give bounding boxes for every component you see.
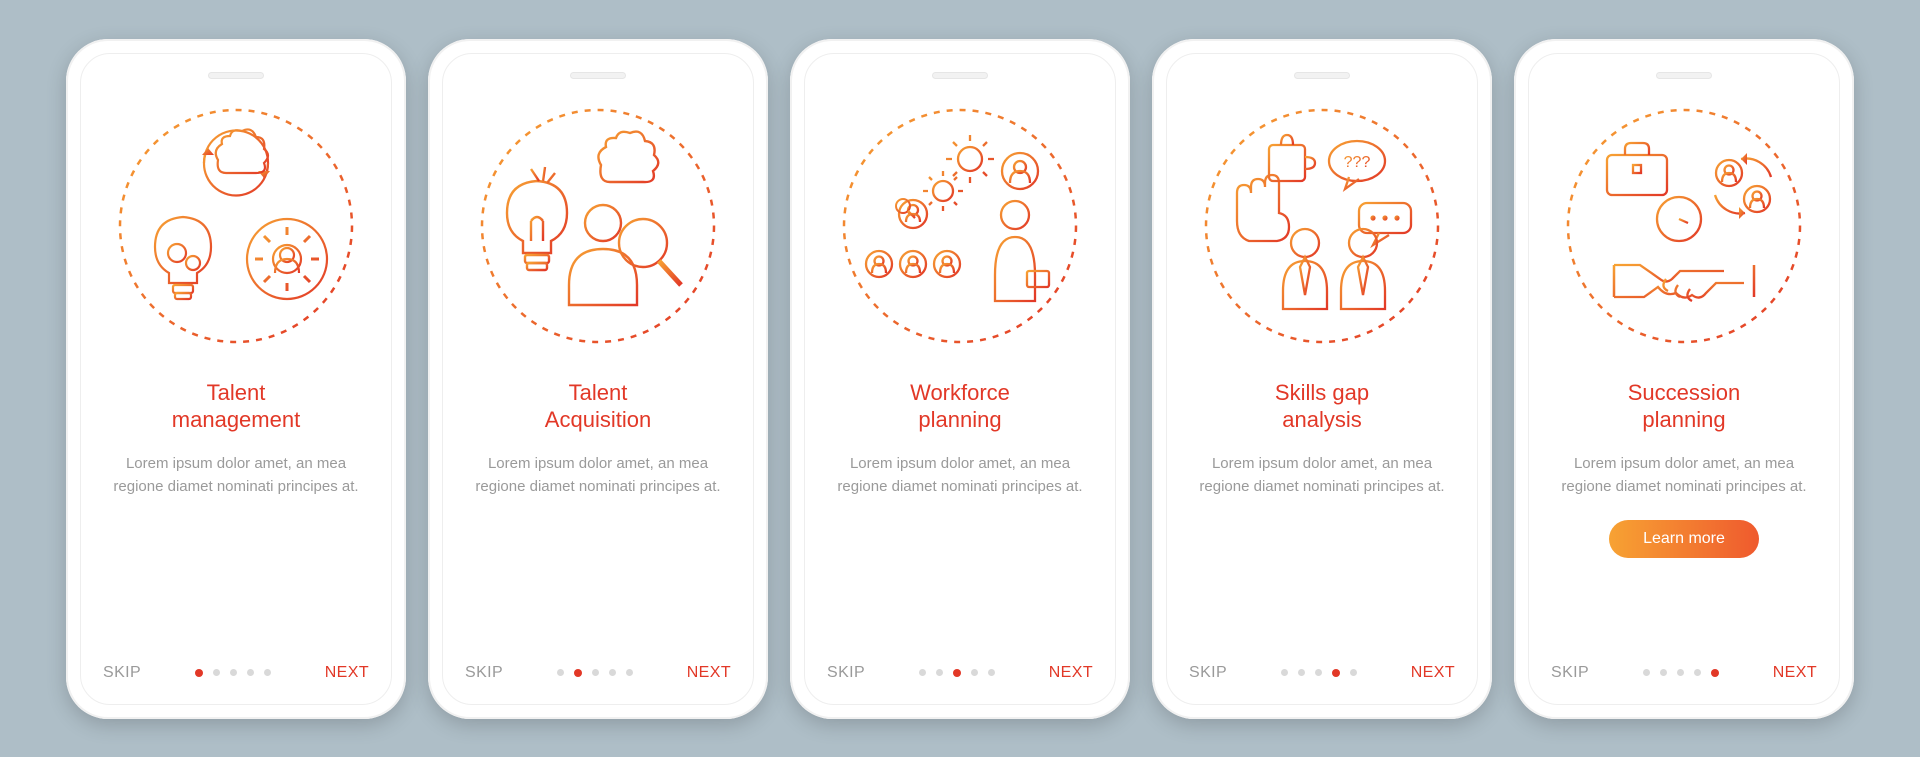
onboarding-screen: ??? Skills gap analysis Lorem ipsum dolo… (1166, 53, 1478, 705)
onboarding-footer: SKIP NEXT (1551, 648, 1817, 682)
learn-more-button[interactable]: Learn more (1609, 520, 1759, 558)
page-dot[interactable] (1643, 669, 1650, 676)
page-dot[interactable] (936, 669, 943, 676)
next-button[interactable]: NEXT (1411, 664, 1455, 682)
next-button[interactable]: NEXT (325, 664, 369, 682)
page-dot[interactable] (971, 669, 978, 676)
phone-frame: Succession planning Lorem ipsum dolor am… (1514, 39, 1854, 719)
page-dot[interactable] (988, 669, 995, 676)
phone-frame: Talent management Lorem ipsum dolor amet… (66, 39, 406, 719)
page-dot[interactable] (1660, 669, 1667, 676)
screen-title: Talent management (172, 379, 300, 434)
onboarding-footer: SKIP NEXT (103, 648, 369, 682)
page-dot[interactable] (247, 669, 254, 676)
screen-title: Talent Acquisition (545, 379, 651, 434)
skip-button[interactable]: SKIP (1189, 664, 1227, 682)
workforce-planning-icon (835, 101, 1085, 351)
svg-text:???: ??? (1344, 154, 1371, 171)
page-dot[interactable] (1281, 669, 1288, 676)
onboarding-footer: SKIP NEXT (1189, 648, 1455, 682)
onboarding-footer: SKIP NEXT (465, 648, 731, 682)
screen-description: Lorem ipsum dolor amet, an mea regione d… (1551, 452, 1817, 499)
phone-frame: Talent Acquisition Lorem ipsum dolor ame… (428, 39, 768, 719)
skip-button[interactable]: SKIP (103, 664, 141, 682)
talent-acquisition-icon (473, 101, 723, 351)
onboarding-footer: SKIP NEXT (827, 648, 1093, 682)
page-dot[interactable] (230, 669, 237, 676)
screen-description: Lorem ipsum dolor amet, an mea regione d… (827, 452, 1093, 499)
page-dot[interactable] (953, 669, 961, 677)
skip-button[interactable]: SKIP (827, 664, 865, 682)
phone-frame: Workforce planning Lorem ipsum dolor ame… (790, 39, 1130, 719)
page-dot[interactable] (1315, 669, 1322, 676)
page-dot[interactable] (1298, 669, 1305, 676)
page-dot[interactable] (213, 669, 220, 676)
page-indicator (1281, 669, 1357, 677)
next-button[interactable]: NEXT (687, 664, 731, 682)
next-button[interactable]: NEXT (1049, 664, 1093, 682)
onboarding-screen: Talent Acquisition Lorem ipsum dolor ame… (442, 53, 754, 705)
page-dot[interactable] (1694, 669, 1701, 676)
page-dot[interactable] (592, 669, 599, 676)
page-dot[interactable] (574, 669, 582, 677)
screen-title: Workforce planning (910, 379, 1010, 434)
phone-frame: ??? Skills gap analysis Lorem ipsum dolo… (1152, 39, 1492, 719)
phone-speaker (1656, 72, 1712, 79)
page-dot[interactable] (264, 669, 271, 676)
succession-icon (1559, 101, 1809, 351)
onboarding-screen: Succession planning Lorem ipsum dolor am… (1528, 53, 1840, 705)
page-dot[interactable] (557, 669, 564, 676)
skip-button[interactable]: SKIP (1551, 664, 1589, 682)
skip-button[interactable]: SKIP (465, 664, 503, 682)
onboarding-screen: Talent management Lorem ipsum dolor amet… (80, 53, 392, 705)
next-button[interactable]: NEXT (1773, 664, 1817, 682)
page-dot[interactable] (1350, 669, 1357, 676)
page-dot[interactable] (1677, 669, 1684, 676)
screen-title: Skills gap analysis (1275, 379, 1369, 434)
page-indicator (195, 669, 271, 677)
page-dot[interactable] (195, 669, 203, 677)
page-dot[interactable] (1711, 669, 1719, 677)
skills-gap-icon: ??? (1197, 101, 1447, 351)
screen-description: Lorem ipsum dolor amet, an mea regione d… (1189, 452, 1455, 499)
talent-management-icon (111, 101, 361, 351)
screen-description: Lorem ipsum dolor amet, an mea regione d… (465, 452, 731, 499)
screen-description: Lorem ipsum dolor amet, an mea regione d… (103, 452, 369, 499)
screen-title: Succession planning (1628, 379, 1741, 434)
onboarding-screen: Workforce planning Lorem ipsum dolor ame… (804, 53, 1116, 705)
phone-speaker (208, 72, 264, 79)
phone-speaker (570, 72, 626, 79)
page-dot[interactable] (626, 669, 633, 676)
page-indicator (919, 669, 995, 677)
phone-speaker (1294, 72, 1350, 79)
page-indicator (557, 669, 633, 677)
page-dot[interactable] (1332, 669, 1340, 677)
page-dot[interactable] (609, 669, 616, 676)
page-indicator (1643, 669, 1719, 677)
phone-speaker (932, 72, 988, 79)
page-dot[interactable] (919, 669, 926, 676)
